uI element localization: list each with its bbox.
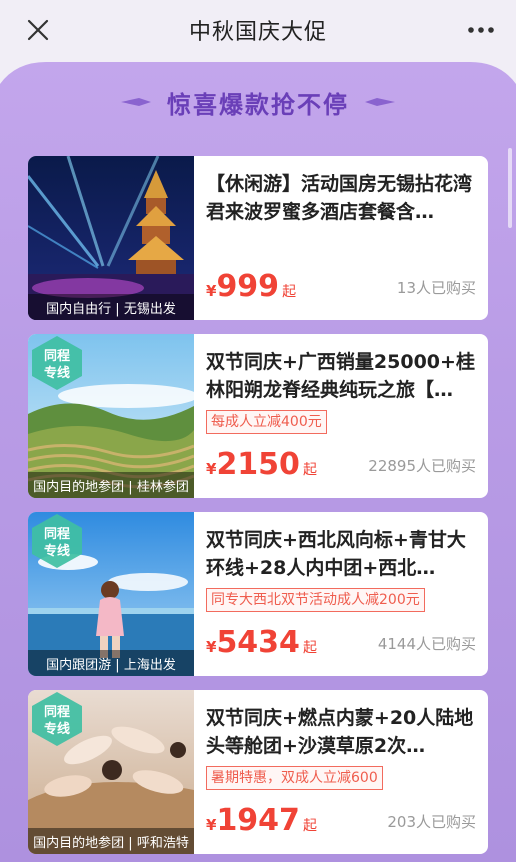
discount-tag: 每成人立减400元 <box>206 410 327 434</box>
title-decoration-right <box>365 98 395 106</box>
price-currency: ¥ <box>206 638 217 656</box>
panel-top-curve <box>0 60 516 84</box>
product-image: 同程 专线 国内目的地参团 | 桂林参团 <box>28 334 194 498</box>
price-suffix: 起 <box>302 818 317 834</box>
sold-count: 22895人已购买 <box>368 457 476 475</box>
brand-badge-line2: 专线 <box>44 721 70 737</box>
brand-badge-line2: 专线 <box>44 365 70 381</box>
product-caption: 国内目的地参团 | 桂林参团 <box>28 472 194 498</box>
discount-tag: 暑期特惠，双成人立减600 <box>206 766 383 790</box>
product-card[interactable]: 同程 专线 国内目的地参团 | 桂林参团 双节同庆+广西销量25000+桂林阳朔… <box>28 334 488 498</box>
close-icon[interactable] <box>22 14 54 46</box>
sold-count: 4144人已购买 <box>377 635 476 653</box>
price-value: 999 <box>216 269 280 304</box>
product-caption: 国内自由行 | 无锡出发 <box>28 294 194 320</box>
product-image: 同程 专线 国内目的地参团 | 呼和浩特 <box>28 690 194 854</box>
price-currency: ¥ <box>206 282 217 300</box>
product-image: 国内自由行 | 无锡出发 <box>28 156 194 320</box>
more-icon[interactable] <box>464 14 498 46</box>
section-title: 惊喜爆款抢不停 <box>0 82 516 122</box>
product-caption: 国内目的地参团 | 呼和浩特 <box>28 828 194 854</box>
brand-badge-line1: 同程 <box>44 527 70 542</box>
brand-badge-line1: 同程 <box>44 349 70 364</box>
sold-count: 203人已购买 <box>387 813 476 831</box>
brand-badge-line2: 专线 <box>44 543 70 559</box>
product-caption: 国内跟团游 | 上海出发 <box>28 650 194 676</box>
product-name[interactable]: 双节同庆+广西销量25000+桂林阳朔龙脊经典纯玩之旅【… <box>206 348 478 404</box>
scrollbar[interactable] <box>508 148 512 228</box>
product-price: ¥1947 起 <box>206 803 317 838</box>
brand-badge-line1: 同程 <box>44 705 70 720</box>
sold-count: 13人已购买 <box>396 279 476 297</box>
brand-badge: 同程 专线 <box>32 514 82 568</box>
page-title: 中秋国庆大促 <box>188 20 327 45</box>
price-value: 5434 <box>216 625 300 660</box>
top-bar: 中秋国庆大促 <box>0 0 516 60</box>
price-currency: ¥ <box>206 460 217 478</box>
price-suffix: 起 <box>302 640 317 656</box>
product-price: ¥2150 起 <box>206 447 317 482</box>
product-card[interactable]: 国内自由行 | 无锡出发 【休闲游】活动国房无锡拈花湾君来波罗蜜多酒店套餐含… … <box>28 156 488 320</box>
product-card[interactable]: 同程 专线 国内跟团游 | 上海出发 双节同庆+西北风向标+青甘大环线+28人内… <box>28 512 488 676</box>
price-value: 2150 <box>216 447 300 482</box>
section-title-text: 惊喜爆款抢不停 <box>167 90 349 119</box>
product-name[interactable]: 双节同庆+燃点内蒙+20人陆地头等舱团+沙漠草原2次… <box>206 704 478 760</box>
title-decoration-left <box>121 98 151 106</box>
product-card[interactable]: 同程 专线 国内目的地参团 | 呼和浩特 双节同庆+燃点内蒙+20人陆地头等舱团… <box>28 690 488 854</box>
brand-badge: 同程 专线 <box>32 692 82 746</box>
product-name[interactable]: 双节同庆+西北风向标+青甘大环线+28人内中团+西北… <box>206 526 478 582</box>
product-image: 同程 专线 国内跟团游 | 上海出发 <box>28 512 194 676</box>
brand-badge: 同程 专线 <box>32 336 82 390</box>
product-price: ¥5434 起 <box>206 625 317 660</box>
price-suffix: 起 <box>302 462 317 478</box>
product-price: ¥999 起 <box>206 269 296 304</box>
price-suffix: 起 <box>282 284 297 300</box>
discount-tag: 同专大西北双节活动成人减200元 <box>206 588 425 612</box>
product-name[interactable]: 【休闲游】活动国房无锡拈花湾君来波罗蜜多酒店套餐含… <box>206 170 478 226</box>
price-value: 1947 <box>216 803 300 838</box>
price-currency: ¥ <box>206 816 217 834</box>
